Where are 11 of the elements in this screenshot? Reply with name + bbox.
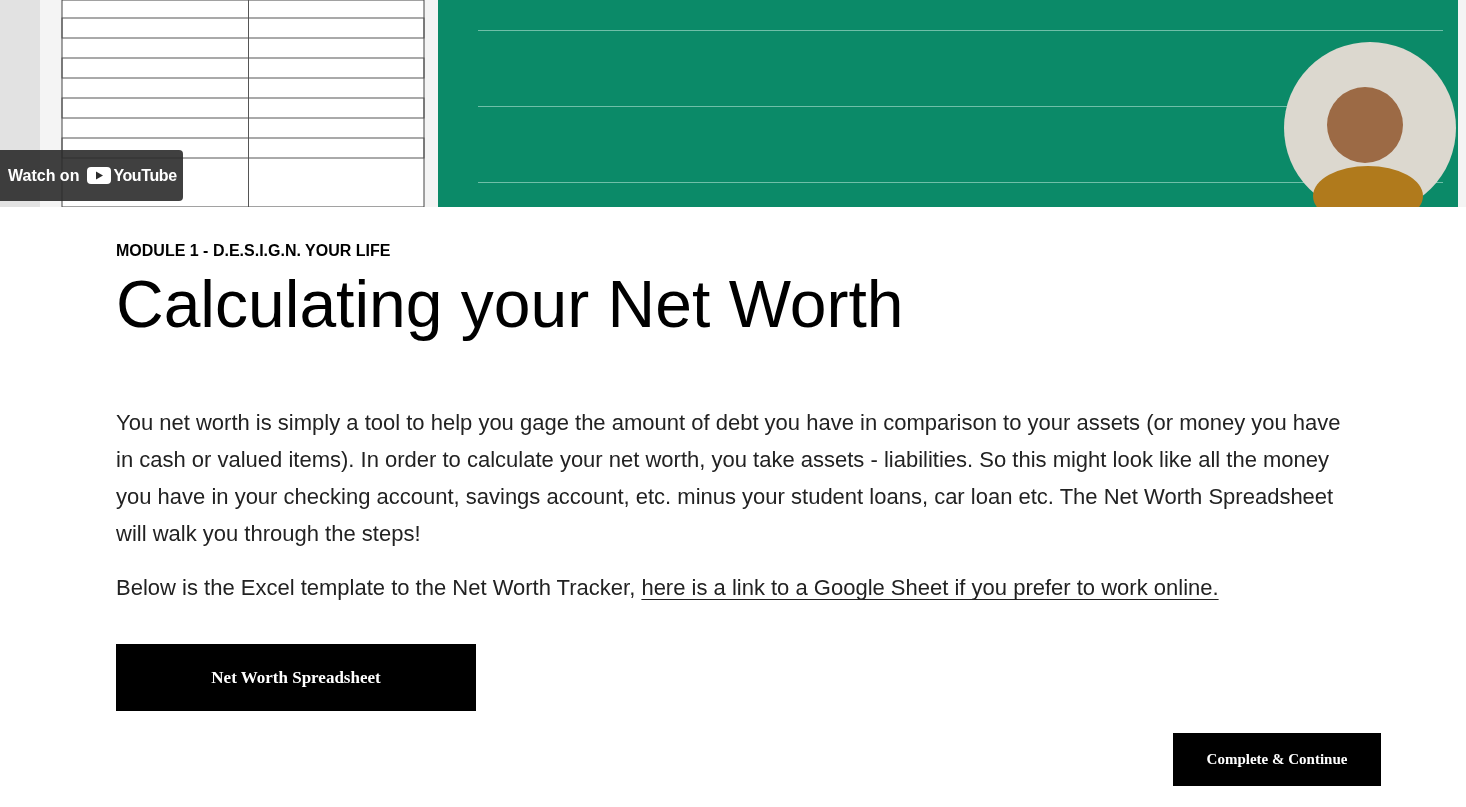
play-icon	[87, 167, 112, 184]
paragraph: You net worth is simply a tool to help you gage the amount of debt you have in comparison to your assets (or money you have in cash or valued items). In order to calculate your net worth, you take assets - liabilities. So this might look like all the money you have in your checking account, savings account, etc. minus your student loans, car loan etc. The Net Worth Spreadsheet will walk you through the steps!	[116, 409, 1342, 549]
spreadsheet-button[interactable]: Net Worth Spreadsheet	[116, 644, 476, 712]
paragraph: Below is the Excel template to the Net Worth Tracker, here is a link to a Google Sheet if you prefer to work online.	[116, 574, 1220, 603]
module-label: MODULE 1 - D.E.S.I.G.N. YOUR LIFE	[116, 241, 392, 261]
watch-on-youtube-button[interactable]: Watch on YouTube	[0, 150, 183, 201]
page-title: Calculating your Net Worth	[116, 266, 905, 343]
complete-continue-button[interactable]: Complete & Continue	[1173, 733, 1381, 787]
watch-label: Watch on	[8, 165, 80, 186]
brand-label: YouTube	[113, 165, 177, 186]
google-sheet-link[interactable]: here is a link to a Google Sheet if you prefer to work online.	[641, 575, 1219, 601]
